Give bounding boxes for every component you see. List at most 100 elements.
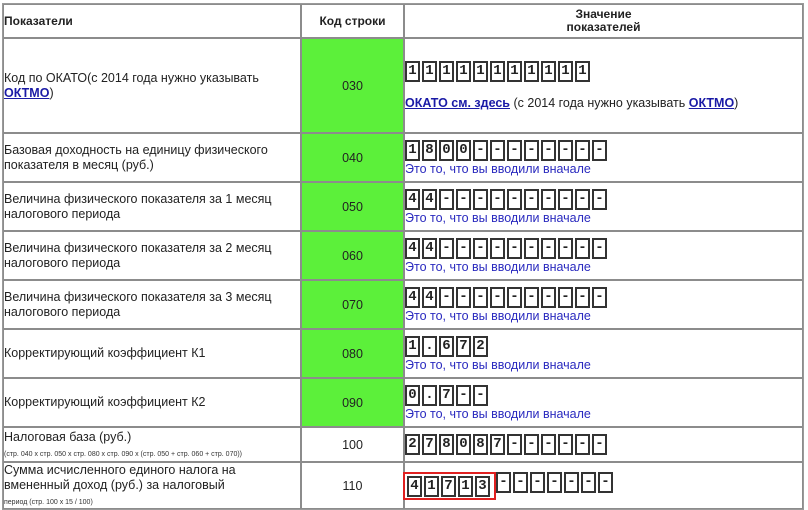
digit-cell[interactable]: 1 (405, 61, 420, 82)
digit-cell[interactable]: 1 (558, 61, 573, 82)
digit-cell[interactable]: - (541, 237, 556, 259)
digit-cell[interactable]: 0 (456, 434, 471, 455)
value-input-cells[interactable]: 44---------- (405, 286, 609, 308)
digit-cell[interactable]: 4 (422, 237, 437, 259)
digit-cell[interactable]: - (507, 188, 522, 210)
oktmo-link-2[interactable]: ОКТМО (689, 96, 734, 110)
digit-cell[interactable]: - (473, 139, 488, 161)
digit-cell[interactable]: - (439, 188, 454, 210)
digit-cell[interactable]: - (558, 188, 573, 210)
digit-cell[interactable]: 4 (405, 237, 420, 259)
digit-cell[interactable]: 1 (507, 61, 522, 82)
okato-lookup-link[interactable]: ОКАТО см. здесь (405, 96, 510, 110)
digit-cell[interactable]: 3 (475, 475, 490, 497)
digit-cell[interactable]: - (592, 286, 607, 308)
digit-cell[interactable]: 4 (422, 188, 437, 210)
digit-cell[interactable]: 0 (456, 139, 471, 161)
digit-cell[interactable]: - (575, 139, 590, 161)
digit-cell[interactable]: - (558, 237, 573, 259)
digit-cell[interactable]: . (422, 335, 437, 357)
digit-cell[interactable]: 1 (524, 61, 539, 82)
tax-base-cells[interactable]: 278087------ (405, 434, 609, 455)
digit-cell[interactable]: . (422, 384, 437, 406)
digit-cell[interactable]: - (558, 434, 573, 455)
digit-cell[interactable]: - (473, 237, 488, 259)
digit-cell[interactable]: 7 (456, 335, 471, 357)
digit-cell[interactable]: - (490, 286, 505, 308)
digit-cell[interactable]: 0 (405, 384, 420, 406)
digit-cell[interactable]: - (456, 237, 471, 259)
digit-cell[interactable]: 1 (422, 61, 437, 82)
digit-cell[interactable]: - (524, 434, 539, 455)
digit-cell[interactable]: 7 (490, 434, 505, 455)
digit-cell[interactable]: - (564, 471, 579, 493)
digit-cell[interactable]: 1 (575, 61, 590, 82)
digit-cell[interactable]: 1 (405, 139, 420, 161)
digit-cell[interactable]: - (541, 434, 556, 455)
digit-cell[interactable]: - (575, 434, 590, 455)
digit-cell[interactable]: 4 (407, 475, 422, 497)
digit-cell[interactable]: 8 (473, 434, 488, 455)
digit-cell[interactable]: 1 (490, 61, 505, 82)
digit-cell[interactable]: - (473, 286, 488, 308)
digit-cell[interactable]: - (592, 188, 607, 210)
digit-cell[interactable]: 8 (422, 139, 437, 161)
digit-cell[interactable]: 4 (405, 286, 420, 308)
digit-cell[interactable]: - (473, 384, 488, 406)
digit-cell[interactable]: 7 (439, 384, 454, 406)
digit-cell[interactable]: - (496, 471, 511, 493)
digit-cell[interactable]: 6 (439, 335, 454, 357)
digit-cell[interactable]: 7 (441, 475, 456, 497)
digit-cell[interactable]: 1 (473, 61, 488, 82)
digit-cell[interactable]: - (598, 471, 613, 493)
digit-cell[interactable]: 0 (439, 139, 454, 161)
digit-cell[interactable]: 1 (424, 475, 439, 497)
digit-cell[interactable]: 1 (541, 61, 556, 82)
digit-cell[interactable]: - (473, 188, 488, 210)
digit-cell[interactable]: - (575, 188, 590, 210)
digit-cell[interactable]: - (530, 471, 545, 493)
digit-cell[interactable]: 7 (422, 434, 437, 455)
digit-cell[interactable]: - (541, 139, 556, 161)
digit-cell[interactable]: 1 (458, 475, 473, 497)
digit-cell[interactable]: - (581, 471, 596, 493)
digit-cell[interactable]: - (524, 188, 539, 210)
digit-cell[interactable]: 4 (405, 188, 420, 210)
tax-sum-empty-cells[interactable]: ------- (496, 471, 615, 493)
digit-cell[interactable]: - (592, 237, 607, 259)
digit-cell[interactable]: 2 (405, 434, 420, 455)
value-input-cells[interactable]: 1800-------- (405, 139, 609, 161)
digit-cell[interactable]: 4 (422, 286, 437, 308)
digit-cell[interactable]: - (547, 471, 562, 493)
digit-cell[interactable]: - (507, 434, 522, 455)
digit-cell[interactable]: - (439, 286, 454, 308)
digit-cell[interactable]: - (456, 188, 471, 210)
digit-cell[interactable]: 1 (456, 61, 471, 82)
digit-cell[interactable]: - (524, 237, 539, 259)
digit-cell[interactable]: 8 (439, 434, 454, 455)
digit-cell[interactable]: 1 (439, 61, 454, 82)
digit-cell[interactable]: - (490, 139, 505, 161)
digit-cell[interactable]: - (541, 286, 556, 308)
digit-cell[interactable]: - (439, 237, 454, 259)
digit-cell[interactable]: - (490, 188, 505, 210)
digit-cell[interactable]: 1 (405, 335, 420, 357)
value-input-cells[interactable]: 0.7-- (405, 384, 490, 406)
digit-cell[interactable]: - (507, 286, 522, 308)
digit-cell[interactable]: - (558, 286, 573, 308)
value-input-cells[interactable]: 44---------- (405, 188, 609, 210)
digit-cell[interactable]: 2 (473, 335, 488, 357)
value-input-cells[interactable]: 1.672 (405, 335, 490, 357)
digit-cell[interactable]: - (592, 434, 607, 455)
digit-cell[interactable]: - (507, 139, 522, 161)
digit-cell[interactable]: - (513, 471, 528, 493)
tax-sum-result-cells[interactable]: 41713 (407, 475, 492, 497)
digit-cell[interactable]: - (575, 286, 590, 308)
digit-cell[interactable]: - (524, 286, 539, 308)
digit-cell[interactable]: - (575, 237, 590, 259)
digit-cell[interactable]: - (456, 286, 471, 308)
digit-cell[interactable]: - (456, 384, 471, 406)
digit-cell[interactable]: - (524, 139, 539, 161)
digit-cell[interactable]: - (541, 188, 556, 210)
oktmo-link[interactable]: ОКТМО (4, 86, 49, 100)
